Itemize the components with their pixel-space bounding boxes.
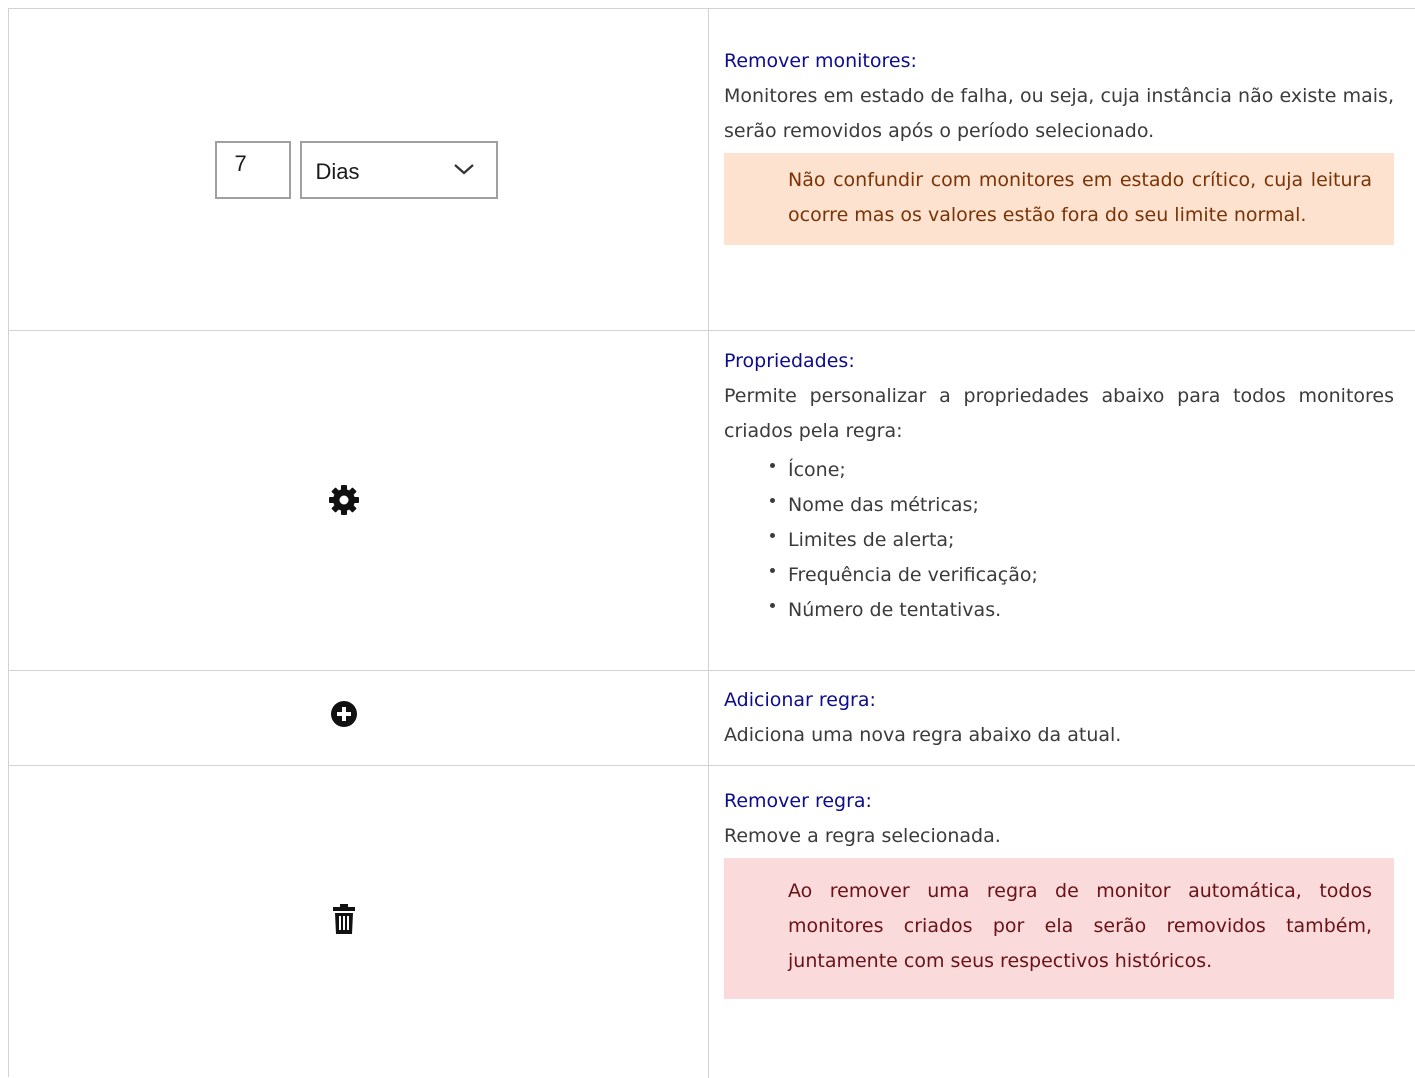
trash-icon[interactable] — [332, 904, 355, 934]
list-item: Ícone; — [764, 453, 1394, 488]
column-divider — [708, 671, 709, 765]
icon-cell — [9, 766, 708, 1078]
days-number-input[interactable]: 7 — [214, 140, 291, 199]
description-cell: Remover monitores: Monitores em estado d… — [724, 44, 1394, 245]
list-item: Frequência de verificação; — [764, 558, 1394, 593]
period-unit-select[interactable]: Dias — [299, 140, 498, 199]
section-description: Permite personalizar a propriedades abai… — [724, 385, 1394, 442]
section-heading: Remover monitores: — [724, 50, 917, 72]
column-divider — [708, 331, 709, 670]
row-properties: Propriedades: Permite personalizar a pro… — [9, 331, 1415, 671]
section-description: Monitores em estado de falha, ou seja, c… — [724, 85, 1394, 142]
chevron-down-icon — [453, 163, 474, 174]
description-cell: Propriedades: Permite personalizar a pro… — [724, 344, 1394, 628]
control-cell: 7 Dias — [9, 9, 708, 330]
options-table: 7 Dias Remover monitores: Monitores em e… — [8, 8, 1415, 1078]
icon-cell — [9, 671, 708, 765]
gear-icon[interactable] — [328, 484, 360, 516]
row-remove-monitors: 7 Dias Remover monitores: Monitores em e… — [9, 9, 1415, 331]
list-item: Limites de alerta; — [764, 523, 1394, 558]
description-cell: Adicionar regra: Adiciona uma nova regra… — [724, 683, 1394, 753]
warning-note: Não confundir com monitores em estado cr… — [724, 153, 1394, 245]
icon-cell — [9, 331, 708, 670]
plus-circle-icon[interactable] — [330, 700, 358, 728]
section-heading: Remover regra: — [724, 790, 872, 812]
section-heading: Adicionar regra: — [724, 689, 876, 711]
row-remove-rule: Remover regra: Remove a regra selecionad… — [9, 766, 1415, 1078]
section-heading: Propriedades: — [724, 350, 855, 372]
list-item: Nome das métricas; — [764, 488, 1394, 523]
section-description: Adiciona uma nova regra abaixo da atual. — [724, 724, 1122, 746]
row-add-rule: Adicionar regra: Adiciona uma nova regra… — [9, 671, 1415, 766]
description-cell: Remover regra: Remove a regra selecionad… — [724, 784, 1394, 999]
retention-period-control: 7 Dias — [214, 140, 498, 199]
section-description: Remove a regra selecionada. — [724, 825, 1001, 847]
danger-note: Ao remover uma regra de monitor automáti… — [724, 858, 1394, 999]
column-divider — [708, 9, 709, 330]
list-item: Número de tentativas. — [764, 593, 1394, 628]
period-unit-value: Dias — [315, 158, 360, 184]
column-divider — [708, 766, 709, 1078]
properties-list: Ícone; Nome das métricas; Limites de ale… — [724, 453, 1394, 628]
